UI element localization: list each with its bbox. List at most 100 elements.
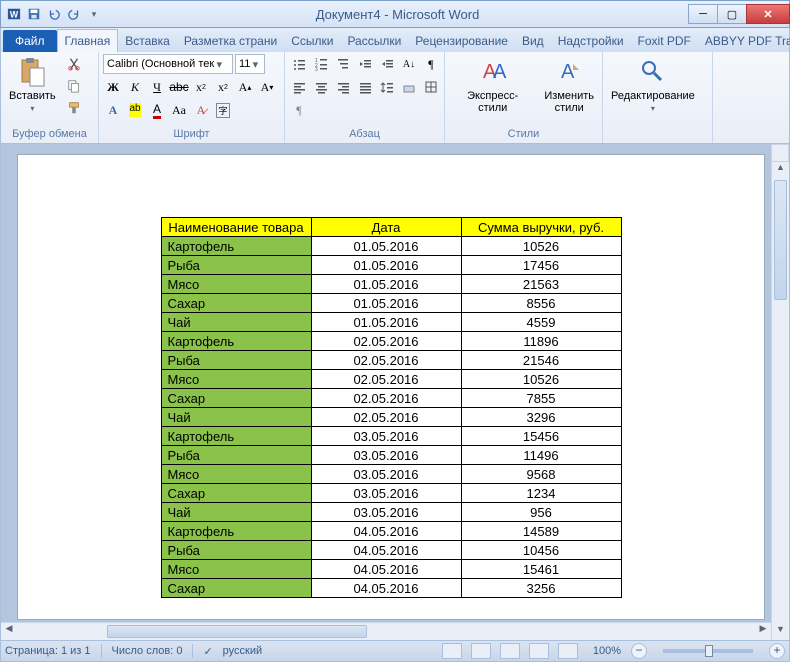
table-cell[interactable]: 11496 — [461, 446, 621, 465]
table-cell[interactable]: 02.05.2016 — [311, 389, 461, 408]
bullets-button[interactable] — [289, 54, 309, 74]
view-fullscreen[interactable] — [471, 643, 491, 659]
table-cell[interactable]: Чай — [161, 313, 311, 332]
pilcrow-button[interactable]: ¶ — [289, 100, 309, 120]
table-cell[interactable]: 03.05.2016 — [311, 446, 461, 465]
zoom-in-button[interactable]: + — [769, 643, 785, 659]
table-row[interactable]: Сахар02.05.20167855 — [161, 389, 621, 408]
align-center-button[interactable] — [311, 77, 331, 97]
sort-button[interactable]: A↓ — [399, 54, 419, 74]
table-cell[interactable]: 02.05.2016 — [311, 351, 461, 370]
hscroll-thumb[interactable] — [107, 625, 367, 638]
strike-button[interactable]: abc — [169, 77, 189, 97]
table-row[interactable]: Картофель04.05.201614589 — [161, 522, 621, 541]
table-cell[interactable]: 15456 — [461, 427, 621, 446]
zoom-value[interactable]: 100% — [593, 645, 621, 657]
table-row[interactable]: Сахар01.05.20168556 — [161, 294, 621, 313]
table-row[interactable]: Мясо04.05.201615461 — [161, 560, 621, 579]
table-cell[interactable]: 01.05.2016 — [311, 237, 461, 256]
table-cell[interactable]: 02.05.2016 — [311, 370, 461, 389]
view-draft[interactable] — [558, 643, 578, 659]
zoom-out-button[interactable]: − — [631, 643, 647, 659]
table-cell[interactable]: 11896 — [461, 332, 621, 351]
table-row[interactable]: Чай01.05.20164559 — [161, 313, 621, 332]
col-header[interactable]: Сумма выручки, руб. — [461, 218, 621, 237]
tab-page-layout[interactable]: Разметка страни — [177, 30, 284, 52]
multilevel-button[interactable] — [333, 54, 353, 74]
bold-button[interactable]: Ж — [103, 77, 123, 97]
table-cell[interactable]: 956 — [461, 503, 621, 522]
shading-button[interactable] — [399, 77, 419, 97]
table-row[interactable]: Картофель02.05.201611896 — [161, 332, 621, 351]
table-cell[interactable]: Картофель — [161, 332, 311, 351]
table-row[interactable]: Мясо01.05.201621563 — [161, 275, 621, 294]
table-cell[interactable]: 10526 — [461, 370, 621, 389]
table-cell[interactable]: 3296 — [461, 408, 621, 427]
scroll-left-icon[interactable]: ◀ — [1, 623, 17, 640]
table-cell[interactable]: 01.05.2016 — [311, 275, 461, 294]
col-header[interactable]: Наименование товара — [161, 218, 311, 237]
table-cell[interactable]: Рыба — [161, 446, 311, 465]
maximize-button[interactable]: ▢ — [717, 4, 747, 24]
text-effects-button[interactable]: A — [103, 100, 123, 120]
view-web[interactable] — [500, 643, 520, 659]
numbering-button[interactable]: 123 — [311, 54, 331, 74]
table-cell[interactable]: 04.05.2016 — [311, 541, 461, 560]
zoom-knob[interactable] — [705, 645, 713, 657]
status-words[interactable]: Число слов: 0 — [112, 645, 183, 657]
highlight-button[interactable]: ab — [125, 100, 145, 120]
change-styles-button[interactable]: A Изменить стили — [540, 54, 598, 116]
table-row[interactable]: Мясо02.05.201610526 — [161, 370, 621, 389]
close-button[interactable]: ✕ — [746, 4, 790, 24]
table-cell[interactable]: Картофель — [161, 237, 311, 256]
table-cell[interactable]: 8556 — [461, 294, 621, 313]
table-cell[interactable]: Сахар — [161, 389, 311, 408]
superscript-button[interactable]: x2 — [213, 77, 233, 97]
clear-format-button[interactable]: A̷ — [191, 100, 211, 120]
table-row[interactable]: Рыба03.05.201611496 — [161, 446, 621, 465]
phonetic-button[interactable]: 字 — [213, 100, 233, 120]
view-print-layout[interactable] — [442, 643, 462, 659]
scroll-right-icon[interactable]: ▶ — [755, 623, 771, 640]
table-cell[interactable]: Картофель — [161, 427, 311, 446]
data-table[interactable]: Наименование товара Дата Сумма выручки, … — [161, 217, 622, 598]
table-row[interactable]: Рыба02.05.201621546 — [161, 351, 621, 370]
status-page[interactable]: Страница: 1 из 1 — [5, 645, 91, 657]
paste-button[interactable]: Вставить ▾ — [5, 54, 60, 115]
table-cell[interactable]: 02.05.2016 — [311, 332, 461, 351]
table-row[interactable]: Чай02.05.20163296 — [161, 408, 621, 427]
font-name-combo[interactable]: Calibri (Основной тек▾ — [103, 54, 233, 74]
tab-mailings[interactable]: Рассылки — [340, 30, 408, 52]
table-row[interactable]: Сахар04.05.20163256 — [161, 579, 621, 598]
table-cell[interactable]: Картофель — [161, 522, 311, 541]
justify-button[interactable] — [355, 77, 375, 97]
scroll-up-icon[interactable]: ▲ — [772, 162, 789, 178]
express-styles-button[interactable]: AA Экспресс-стили — [449, 54, 536, 116]
table-cell[interactable]: Сахар — [161, 484, 311, 503]
table-cell[interactable]: 10526 — [461, 237, 621, 256]
status-language[interactable]: русский — [223, 645, 262, 657]
align-left-button[interactable] — [289, 77, 309, 97]
table-cell[interactable]: 17456 — [461, 256, 621, 275]
grow-font-button[interactable]: A▴ — [235, 77, 255, 97]
table-cell[interactable]: Мясо — [161, 370, 311, 389]
view-outline[interactable] — [529, 643, 549, 659]
decrease-indent-button[interactable] — [355, 54, 375, 74]
copy-icon[interactable] — [64, 76, 84, 96]
tab-view[interactable]: Вид — [515, 30, 551, 52]
chevron-down-icon[interactable]: ▾ — [250, 58, 260, 71]
table-cell[interactable]: Рыба — [161, 256, 311, 275]
table-cell[interactable]: 7855 — [461, 389, 621, 408]
table-cell[interactable]: 03.05.2016 — [311, 503, 461, 522]
table-cell[interactable]: 01.05.2016 — [311, 313, 461, 332]
table-row[interactable]: Рыба01.05.201617456 — [161, 256, 621, 275]
table-row[interactable]: Рыба04.05.201610456 — [161, 541, 621, 560]
table-cell[interactable]: Чай — [161, 503, 311, 522]
table-cell[interactable]: 10456 — [461, 541, 621, 560]
tab-home[interactable]: Главная — [57, 29, 119, 52]
table-cell[interactable]: 9568 — [461, 465, 621, 484]
table-cell[interactable]: Рыба — [161, 541, 311, 560]
show-marks-button[interactable]: ¶ — [421, 54, 441, 74]
undo-icon[interactable] — [45, 5, 63, 23]
table-row[interactable]: Картофель03.05.201615456 — [161, 427, 621, 446]
